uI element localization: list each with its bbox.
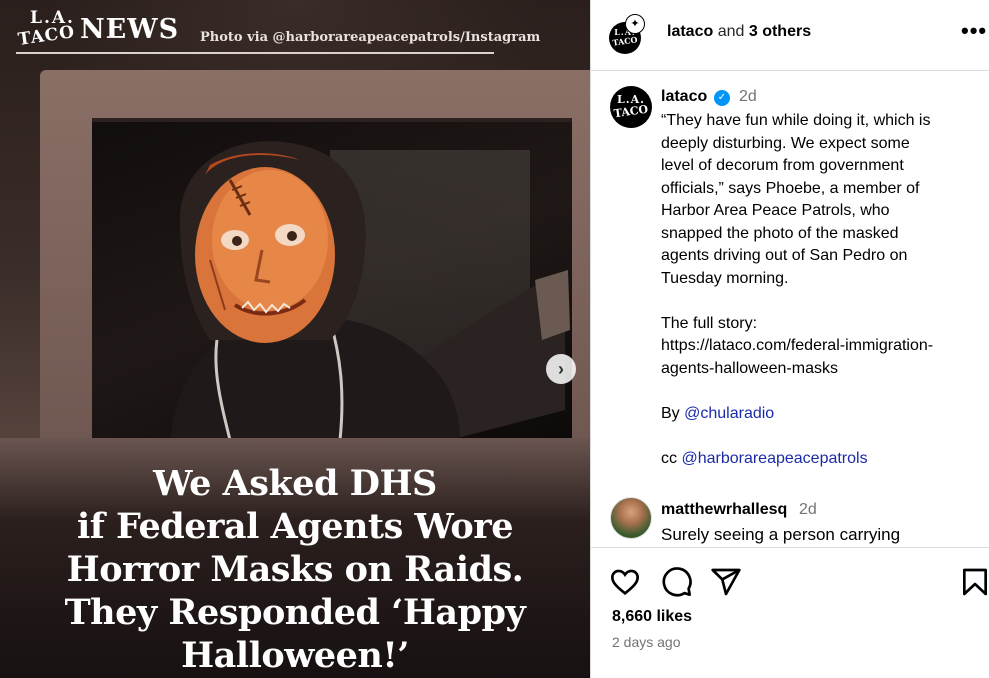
post-sidebar: L.A. TACO ✦ lataco and 3 others ••• L.A.… xyxy=(590,0,989,678)
caption-line: Tuesday morning. xyxy=(661,269,789,287)
more-options-icon[interactable]: ••• xyxy=(961,18,987,44)
caption-timestamp[interactable]: 2d xyxy=(739,88,757,106)
caption-line: deeply disturbing. We expect some xyxy=(661,134,910,152)
mention-chularadio[interactable]: @chularadio xyxy=(684,405,774,422)
photo-credit: Photo via @harborareapeacepatrols/Instag… xyxy=(200,30,541,45)
comment-timestamp[interactable]: 2d xyxy=(799,501,817,519)
share-icon[interactable] xyxy=(710,566,742,598)
comment-icon[interactable] xyxy=(661,566,693,598)
story-url-line: https://lataco.com/federal-immigration- xyxy=(661,337,934,354)
full-story-label: The full story: xyxy=(661,314,758,332)
post-media[interactable]: L.A. TACO NEWS Photo via @harborareapeac… xyxy=(0,0,590,678)
la-taco-logo: L.A. TACO xyxy=(16,10,76,52)
like-count[interactable]: 8,660 likes xyxy=(612,608,692,626)
headline-line: if Federal Agents Wore xyxy=(77,506,514,547)
cc-line: cc @harborareapeacepatrols xyxy=(661,448,981,471)
comment-username[interactable]: matthewrhallesq xyxy=(661,501,787,519)
la-taco-news-logo: L.A. TACO NEWS xyxy=(16,10,181,52)
commenter-avatar[interactable] xyxy=(610,497,652,539)
credit-divider xyxy=(16,52,494,54)
collab-authors: lataco and 3 others xyxy=(667,23,811,41)
news-wordmark: NEWS xyxy=(80,14,180,45)
chevron-right-icon: › xyxy=(558,358,564,379)
caption-line: officials,” says Phoebe, a member of xyxy=(661,179,920,197)
mention-harborareapeacepatrols[interactable]: @harborareapeacepatrols xyxy=(681,450,867,467)
comments-section[interactable]: L.A. TACO lataco ✓ 2d “They have fun whi… xyxy=(591,72,989,546)
verified-badge-icon: ✓ xyxy=(714,90,730,106)
headline-line: Halloween!’ xyxy=(181,635,409,676)
avatar-text-taco: TACO xyxy=(611,34,639,48)
others-link[interactable]: 3 others xyxy=(749,23,811,40)
by-label: By xyxy=(661,404,680,422)
headline-line: We Asked DHS xyxy=(153,463,437,504)
post-age[interactable]: 2 days ago xyxy=(612,634,681,650)
headline: We Asked DHS if Federal Agents Wore Horr… xyxy=(0,462,590,677)
caption-line: Harbor Area Peace Patrols, who xyxy=(661,202,890,219)
caption-line: level of decorum from government xyxy=(661,157,904,174)
caption-line: “They have fun while doing it, which is xyxy=(661,112,931,129)
masked-agent-image xyxy=(170,141,570,440)
story-url-line: agents-halloween-masks xyxy=(661,359,838,377)
caption-text: “They have fun while doing it, which is … xyxy=(661,110,981,470)
and-text: and xyxy=(717,23,745,40)
author-username[interactable]: lataco xyxy=(667,23,713,40)
headline-line: Horror Masks on Raids. xyxy=(66,549,524,590)
heart-icon[interactable] xyxy=(609,566,641,598)
byline: By @chularadio xyxy=(661,403,981,426)
cc-label: cc xyxy=(661,449,677,467)
caption-avatar[interactable]: L.A. TACO xyxy=(610,86,652,128)
caption-username[interactable]: lataco xyxy=(661,88,707,106)
bookmark-icon[interactable] xyxy=(959,566,989,598)
headline-line: They Responded ‘Happy xyxy=(64,592,526,633)
carousel-next-button[interactable]: › xyxy=(546,354,576,384)
logo-text-taco: TACO xyxy=(16,22,77,50)
caption-line: agents driving out of San Pedro on xyxy=(661,247,908,264)
post-header: L.A. TACO ✦ lataco and 3 others ••• xyxy=(591,0,989,71)
comment-text: Surely seeing a person carrying xyxy=(661,525,901,544)
collab-badge-icon[interactable]: ✦ xyxy=(625,14,645,34)
post-actions: 8,660 likes 2 days ago xyxy=(591,547,989,678)
caption-line: snapped the photo of the masked xyxy=(661,224,899,242)
